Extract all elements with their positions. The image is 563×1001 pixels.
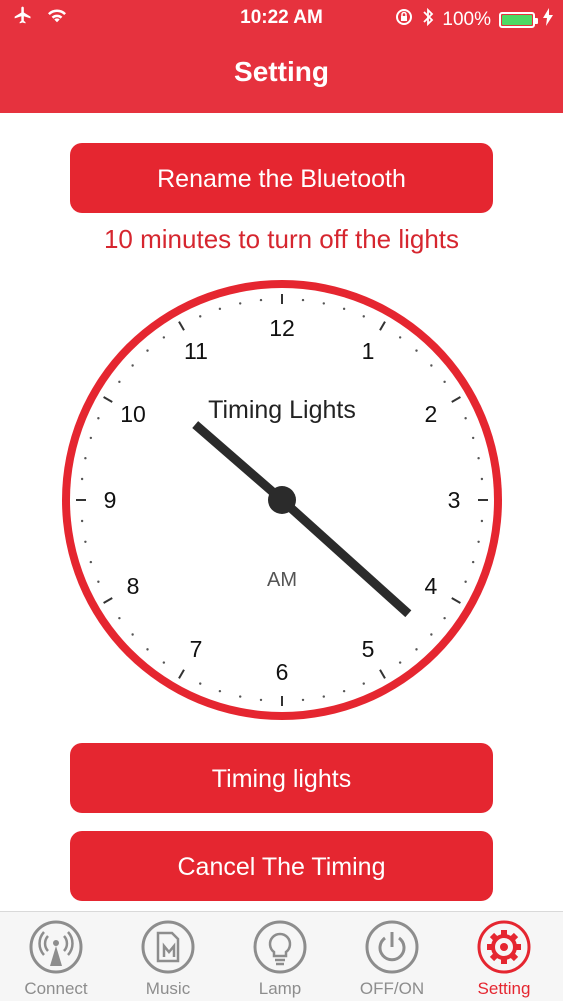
- minute-tick: [342, 689, 346, 693]
- minute-tick: [477, 457, 480, 460]
- navigation-header: 10:22 AM 100% Setting: [0, 0, 563, 113]
- minute-tick: [322, 695, 325, 698]
- tab-label: Connect: [24, 979, 88, 998]
- minute-tick: [471, 560, 475, 564]
- clock-number: 4: [425, 573, 438, 599]
- minute-tick: [80, 477, 84, 481]
- minute-tick: [443, 616, 446, 620]
- power-icon: [365, 920, 419, 974]
- minute-tick: [430, 364, 433, 367]
- minute-tick: [199, 682, 202, 685]
- minute-tick: [480, 477, 484, 481]
- minute-tick: [322, 302, 325, 305]
- minute-tick: [162, 661, 166, 664]
- minute-tick: [84, 457, 87, 460]
- tab-connect[interactable]: Connect: [0, 912, 112, 1001]
- music-file-icon: [141, 920, 195, 974]
- minute-tick: [218, 689, 222, 693]
- minute-tick: [362, 682, 365, 685]
- minute-tick: [259, 698, 263, 702]
- minute-tick: [84, 540, 87, 543]
- battery-percent: 100%: [442, 9, 491, 30]
- clock-number: 11: [184, 338, 208, 364]
- minute-tick: [80, 519, 84, 523]
- minute-tick: [301, 298, 305, 302]
- minute-tick: [146, 648, 149, 651]
- minute-tick: [199, 315, 202, 318]
- minute-tick: [471, 436, 475, 440]
- timing-clock-dial[interactable]: 121234567891011 Timing Lights AM: [56, 274, 508, 726]
- minute-tick: [89, 436, 93, 440]
- clock-number: 9: [104, 487, 117, 513]
- minute-tick: [362, 315, 365, 318]
- minute-tick: [477, 540, 480, 543]
- clock-number: 7: [190, 636, 203, 662]
- minute-tick: [443, 380, 446, 384]
- minute-tick: [301, 698, 305, 702]
- minute-tick: [430, 633, 433, 636]
- clock-number: 8: [127, 573, 140, 599]
- clock-number: 10: [120, 401, 146, 427]
- tab-label: Lamp: [258, 979, 302, 998]
- cancel-timing-button[interactable]: Cancel The Timing: [70, 831, 493, 901]
- status-bar: 10:22 AM 100%: [0, 0, 563, 36]
- clock-number: 6: [276, 659, 289, 685]
- tab-music[interactable]: Music: [112, 912, 224, 1001]
- minute-tick: [97, 580, 100, 583]
- minute-tick: [398, 336, 402, 339]
- tab-setting[interactable]: Setting: [448, 912, 560, 1001]
- tab-label: Music: [145, 979, 191, 998]
- clock-number: 3: [448, 487, 461, 513]
- minute-tick: [162, 336, 166, 339]
- minute-tick: [131, 633, 134, 636]
- clock-center-pin: [268, 486, 296, 514]
- tab-label: OFF/ON: [359, 979, 425, 998]
- lightbulb-icon: [253, 920, 307, 974]
- page-title: Setting: [234, 56, 329, 87]
- minute-tick: [464, 580, 467, 583]
- minute-tick: [118, 380, 121, 384]
- timer-info-text: 10 minutes to turn off the lights: [103, 224, 460, 254]
- status-right: 100%: [394, 7, 553, 33]
- minute-tick: [131, 364, 134, 367]
- minute-tick: [118, 616, 121, 620]
- minute-tick: [218, 307, 222, 311]
- battery-icon: [499, 12, 538, 28]
- clock-title: Timing Lights: [208, 396, 356, 424]
- minute-tick: [464, 417, 467, 420]
- timing-lights-button[interactable]: Timing lights: [70, 743, 493, 813]
- minute-tick: [415, 349, 418, 352]
- minute-tick: [398, 661, 402, 664]
- minute-tick: [480, 519, 484, 523]
- minute-tick: [239, 695, 242, 698]
- minute-tick: [415, 648, 418, 651]
- minute-tick: [342, 307, 346, 311]
- gear-icon: [477, 920, 531, 974]
- clock-number: 1: [362, 338, 375, 364]
- minute-tick: [239, 302, 242, 305]
- minute-tick: [259, 298, 263, 302]
- clock-number: 5: [362, 636, 375, 662]
- minute-tick: [89, 560, 93, 564]
- tab-label: Setting: [477, 979, 531, 998]
- tab-lamp[interactable]: Lamp: [224, 912, 336, 1001]
- clock-period: AM: [267, 569, 297, 591]
- minute-tick: [97, 417, 100, 420]
- charging-icon: [543, 8, 553, 32]
- antenna-icon: [29, 920, 83, 974]
- rename-bluetooth-button[interactable]: Rename the Bluetooth: [70, 143, 493, 213]
- clock-number: 2: [425, 401, 438, 427]
- minute-tick: [146, 349, 149, 352]
- tab-bar: Connect Music Lamp OFF/ON Setting: [0, 911, 563, 1001]
- orientation-lock-icon: [394, 7, 414, 33]
- clock-number: 12: [269, 315, 295, 341]
- tab-off-on[interactable]: OFF/ON: [336, 912, 448, 1001]
- bluetooth-icon: [422, 7, 434, 33]
